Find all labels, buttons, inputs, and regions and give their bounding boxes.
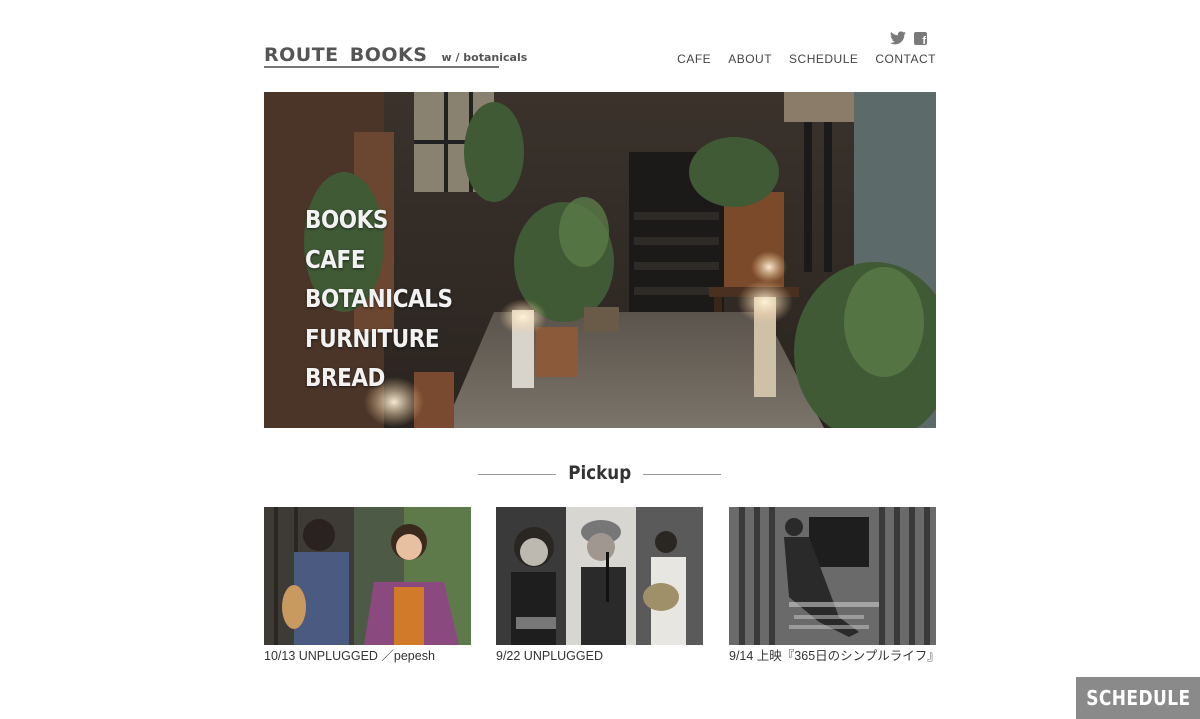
hero-word-bread: BREAD <box>305 363 385 392</box>
twitter-icon[interactable] <box>890 31 906 45</box>
hero-word-cafe: CAFE <box>305 244 366 274</box>
hero-word-books: BOOKS <box>305 205 388 234</box>
nav-item-cafe[interactable]: CAFE <box>677 52 711 66</box>
pickup-card-image[interactable] <box>729 507 936 645</box>
logo-main-text: ROUTE BOOKS <box>264 44 428 66</box>
hero-word-furniture: FURNITURE <box>305 323 440 353</box>
pickup-heading: Pickup <box>0 462 1200 484</box>
pickup-card-caption[interactable]: 9/14 上映『365日のシンプルライフ』 <box>729 649 940 664</box>
nav-item-contact[interactable]: CONTACT <box>875 52 936 66</box>
hero-words: BOOKS CAFE BOTANICALS FURNITURE BREAD <box>305 200 477 398</box>
pickup-card[interactable]: 9/14 上映『365日のシンプルライフ』 <box>729 507 940 664</box>
main-nav: CAFE ABOUT SCHEDULE CONTACT <box>677 52 936 66</box>
floating-schedule-button[interactable]: SCHEDULE <box>1076 677 1200 719</box>
hero-word-botanicals: BOTANICALS <box>305 284 453 313</box>
pickup-card-image[interactable] <box>264 507 471 645</box>
pickup-card[interactable]: 10/13 UNPLUGGED ／pepesh <box>264 507 471 664</box>
nav-item-about[interactable]: ABOUT <box>728 52 772 66</box>
nav-item-schedule[interactable]: SCHEDULE <box>789 52 858 66</box>
pickup-card-image[interactable] <box>496 507 703 645</box>
pickup-title: Pickup <box>568 462 632 484</box>
logo-underline <box>264 66 499 68</box>
pickup-card-caption[interactable]: 9/22 UNPLUGGED <box>496 649 703 664</box>
site-logo[interactable]: ROUTE BOOKS w / botanicals <box>264 44 527 66</box>
logo-sub-text: w / botanicals <box>441 51 528 64</box>
pickup-card-caption[interactable]: 10/13 UNPLUGGED ／pepesh <box>264 649 471 664</box>
social-links <box>890 31 927 47</box>
hero-image: BOOKS CAFE BOTANICALS FURNITURE BREAD <box>264 92 936 428</box>
pickup-card[interactable]: 9/22 UNPLUGGED <box>496 507 703 664</box>
facebook-icon[interactable] <box>914 32 927 47</box>
floating-schedule-label: SCHEDULE <box>1085 686 1191 710</box>
